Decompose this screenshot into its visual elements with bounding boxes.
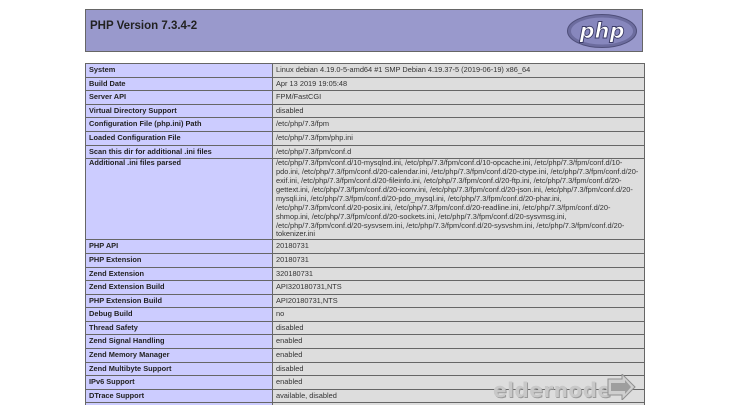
config-key: Loaded Configuration File	[85, 130, 273, 146]
config-key: PHP API	[85, 239, 273, 254]
config-value: /etc/php/7.3/fpm/conf.d	[272, 144, 645, 160]
config-key: Zend Multibyte Support	[85, 361, 273, 377]
config-value: 320180731	[272, 266, 645, 282]
config-value: FPM/FastCGI	[272, 90, 645, 105]
config-value: 20180731	[272, 239, 645, 254]
config-value: disabled	[272, 320, 645, 336]
table-row: PHP API 20180731	[85, 239, 645, 254]
table-row: Loaded Configuration File/etc/php/7.3/fp…	[85, 130, 645, 146]
table-row: Virtual Directory Support disabled	[85, 103, 645, 119]
config-key: Debug Build	[85, 307, 273, 322]
config-key: Zend Signal Handling	[85, 334, 273, 350]
table-row: Build Date Apr 13 2019 19:05:48	[85, 76, 645, 92]
config-value: enabled	[272, 334, 645, 350]
watermark-text: eldernode	[493, 378, 612, 402]
config-value: enabled	[272, 348, 645, 363]
config-key: Virtual Directory Support	[85, 103, 273, 119]
config-key: Additional .ini files parsed	[85, 158, 273, 241]
config-value: /etc/php/7.3/fpm	[272, 117, 645, 132]
config-key: PHP Extension	[85, 252, 273, 268]
phpinfo-page: PHP Version 7.3.4-2 php System Linux debi…	[0, 0, 750, 405]
php-logo-icon[interactable]: php	[566, 13, 638, 49]
table-row: Zend Extension 320180731	[85, 266, 645, 282]
config-key: Zend Memory Manager	[85, 348, 273, 363]
table-row: Zend Memory Manager enabled	[85, 348, 645, 363]
config-key: Configuration File (php.ini) Path	[85, 117, 273, 132]
config-value: 20180731	[272, 252, 645, 268]
eldernode-watermark: eldernode	[493, 371, 643, 405]
config-key: Thread Safety	[85, 320, 273, 336]
arrow-right-icon	[607, 374, 636, 400]
config-value: API320180731,NTS	[272, 280, 645, 295]
config-key: IPv6 Support	[85, 375, 273, 390]
config-key: System	[85, 63, 273, 78]
config-key: Zend Extension Build	[85, 280, 273, 295]
table-row: System Linux debian 4.19.0-5-amd64 #1 SMP…	[85, 63, 645, 78]
config-key: Server API	[85, 90, 273, 105]
table-row: Configuration File (php.ini) Path/etc/ph…	[85, 117, 645, 132]
config-key: PHP Extension Build	[85, 293, 273, 309]
table-row: Thread Safety disabled	[85, 320, 645, 336]
config-value: Linux debian 4.19.0-5-amd64 #1 SMP Debia…	[272, 63, 645, 78]
table-row: PHP Extension 20180731	[85, 252, 645, 268]
config-key: DTrace Support	[85, 388, 273, 404]
table-row: Server API FPM/FastCGI	[85, 90, 645, 105]
config-value: /etc/php/7.3/fpm/php.ini	[272, 130, 645, 146]
table-row: Scan this dir for additional .ini files /…	[85, 144, 645, 160]
config-key: Zend Extension	[85, 266, 273, 282]
config-key: Scan this dir for additional .ini files	[85, 144, 273, 160]
config-key: Build Date	[85, 76, 273, 92]
config-value: API20180731,NTS	[272, 293, 645, 309]
config-value: /etc/php/7.3/fpm/conf.d/10-mysqlnd.ini, …	[272, 158, 645, 241]
php-config-table: System Linux debian 4.19.0-5-amd64 #1 SMP…	[85, 63, 645, 405]
php-logo-text: php	[578, 19, 624, 43]
config-value: disabled	[272, 103, 645, 119]
config-value: no	[272, 307, 645, 322]
php-version-header: PHP Version 7.3.4-2 php	[85, 9, 643, 52]
table-row: Zend Extension Build API320180731,NTS	[85, 280, 645, 295]
table-row: Zend Signal Handling enabled	[85, 334, 645, 350]
table-row: Debug Build no	[85, 307, 645, 322]
table-row: Additional .ini files parsed/etc/php/7.3…	[85, 158, 645, 241]
config-value: Apr 13 2019 19:05:48	[272, 76, 645, 92]
page-title: PHP Version 7.3.4-2	[90, 20, 198, 32]
table-row: PHP Extension Build API20180731,NTS	[85, 293, 645, 309]
